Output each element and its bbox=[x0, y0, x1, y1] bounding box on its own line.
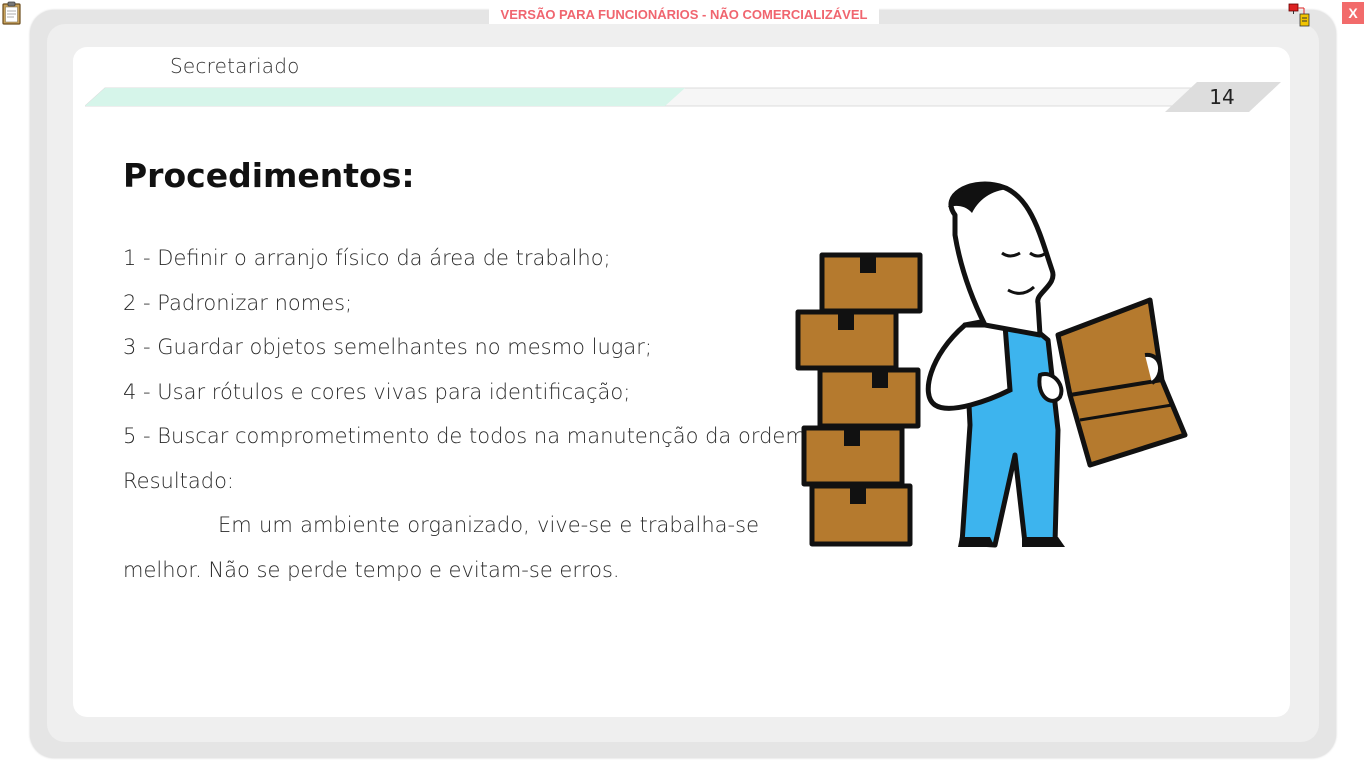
step-item: 3 - Guardar objetos semelhantes no mesmo… bbox=[123, 335, 652, 359]
step-item: 1 - Definir o arranjo físico da área de … bbox=[123, 246, 611, 270]
close-button[interactable]: X bbox=[1342, 2, 1364, 24]
header-progress-bar bbox=[85, 82, 1281, 112]
slide-heading: Procedimentos: bbox=[123, 156, 415, 195]
worker-with-boxes-illustration bbox=[795, 181, 1188, 548]
network-icon[interactable] bbox=[1288, 3, 1312, 27]
step-item: 5 - Buscar comprometimento de todos na m… bbox=[123, 424, 813, 448]
step-item: 2 - Padronizar nomes; bbox=[123, 290, 353, 315]
slide-content: 1 - Definir o arranjo físico da área de … bbox=[123, 236, 813, 593]
watermark-banner: VERSÃO PARA FUNCIONÁRIOS - NÃO COMERCIAL… bbox=[489, 6, 879, 24]
step-item: 4 - Usar rótulos e cores vivas para iden… bbox=[123, 379, 631, 404]
clipboard-icon[interactable] bbox=[0, 0, 24, 26]
result-text: Em um ambiente organizado, vive-se e tra… bbox=[123, 513, 759, 582]
section-title: Secretariado bbox=[170, 54, 300, 78]
result-label: Resultado: bbox=[123, 468, 235, 493]
page-number: 14 bbox=[1209, 85, 1235, 109]
